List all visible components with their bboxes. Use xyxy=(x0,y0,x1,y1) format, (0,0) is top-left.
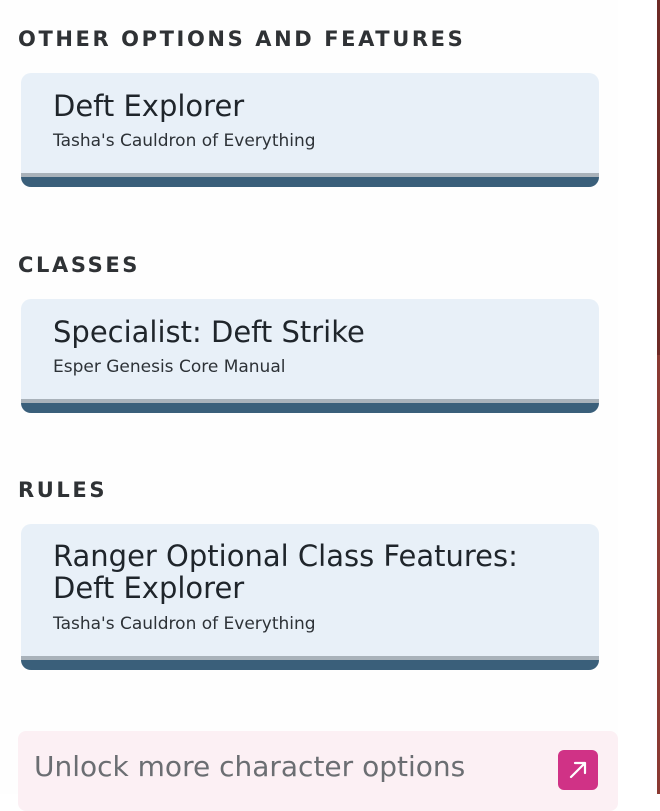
card-title: Specialist: Deft Strike xyxy=(53,315,365,349)
card-title-line-1: Ranger Optional Class Features: xyxy=(53,539,518,573)
card-title: Deft Explorer xyxy=(53,89,245,123)
section-classes: CLASSES Specialist: Deft Strike Esper Ge… xyxy=(0,226,618,426)
section-rules: RULES Ranger Optional Class Features: De… xyxy=(0,451,618,681)
section-heading: CLASSES xyxy=(18,253,141,277)
card-stripe xyxy=(21,177,599,187)
section-heading: OTHER OPTIONS AND FEATURES xyxy=(18,27,466,51)
section-heading: RULES xyxy=(18,478,108,502)
card-stripe xyxy=(21,403,599,413)
section-other-options: OTHER OPTIONS AND FEATURES Deft Explorer… xyxy=(0,0,618,200)
result-card-deft-explorer[interactable]: Deft Explorer Tasha's Cauldron of Everyt… xyxy=(21,73,599,187)
card-stripe xyxy=(21,660,599,670)
unlock-options-text: Unlock more character options xyxy=(34,750,466,783)
result-card-ranger-optional-features[interactable]: Ranger Optional Class Features: Deft Exp… xyxy=(21,524,599,670)
card-source: Esper Genesis Core Manual xyxy=(53,357,286,377)
external-link-icon[interactable] xyxy=(558,750,598,790)
card-source: Tasha's Cauldron of Everything xyxy=(53,614,316,634)
card-source: Tasha's Cauldron of Everything xyxy=(53,131,316,151)
result-card-specialist-deft-strike[interactable]: Specialist: Deft Strike Esper Genesis Co… xyxy=(21,299,599,413)
unlock-options-banner[interactable]: Unlock more character options xyxy=(18,731,618,811)
external-link-arrow xyxy=(569,761,587,779)
card-title-line-2: Deft Explorer xyxy=(53,571,245,605)
